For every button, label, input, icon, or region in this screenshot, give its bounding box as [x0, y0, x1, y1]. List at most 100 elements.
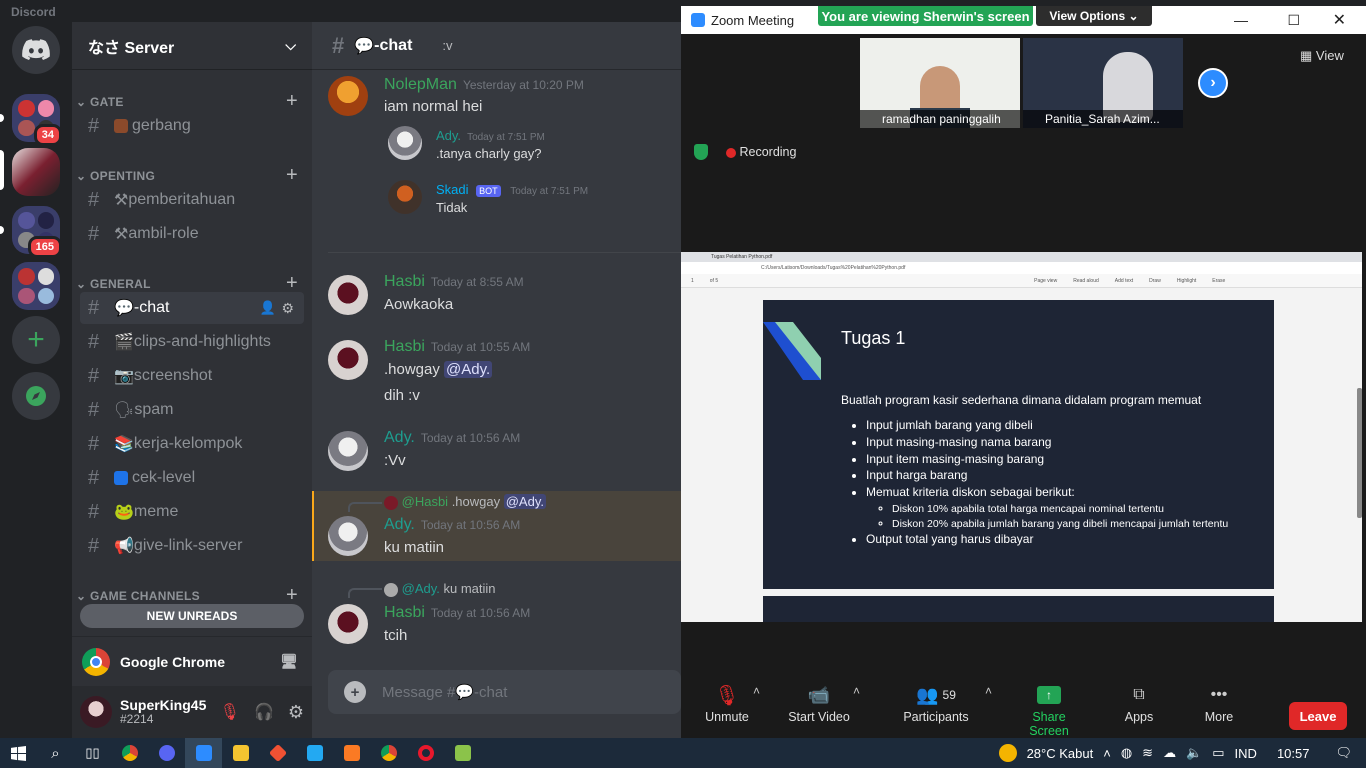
file-explorer-icon[interactable]: [222, 738, 259, 768]
volume-icon[interactable]: 🔈: [1186, 745, 1202, 761]
chrome-alt-icon[interactable]: [370, 738, 407, 768]
participants-button[interactable]: 👥 59 Participants: [903, 680, 969, 725]
avatar[interactable]: [328, 604, 368, 644]
participant-video[interactable]: Panitia_Sarah Azim...: [1023, 38, 1183, 128]
avatar[interactable]: [388, 180, 422, 214]
weather-text[interactable]: 28°C Kabut: [1027, 746, 1094, 761]
recording-indicator[interactable]: Recording: [726, 145, 796, 159]
add-server-button[interactable]: +: [12, 316, 60, 364]
chevron-up-icon[interactable]: ˄: [985, 684, 992, 698]
screen-share-icon[interactable]: 🖥: [280, 653, 298, 670]
scrollbar[interactable]: [1357, 388, 1362, 518]
clock[interactable]: 10:57: [1277, 746, 1310, 761]
discord-home-button[interactable]: [12, 26, 60, 74]
avatar[interactable]: [328, 431, 368, 471]
avatar[interactable]: [388, 126, 422, 160]
chevron-up-icon[interactable]: ˄: [1103, 746, 1111, 761]
network-icon[interactable]: ◍: [1121, 745, 1132, 761]
server-nasa[interactable]: [12, 148, 60, 196]
opera-icon[interactable]: [407, 738, 444, 768]
xampp-icon[interactable]: [333, 738, 370, 768]
avatar[interactable]: [328, 76, 368, 116]
message: NolepMan Yesterday at 10:20 PM iam normal…: [328, 74, 681, 134]
channel-ambil-role[interactable]: # ⚒ ambil-role: [80, 218, 304, 250]
message-time: Today at 10:56 AM: [420, 518, 521, 532]
channel-gerbang[interactable]: # gerbang: [80, 110, 304, 142]
cloud-icon[interactable]: ☁: [1163, 745, 1176, 761]
view-options-button[interactable]: View Options ⌄: [1036, 6, 1152, 26]
add-attachment-icon[interactable]: +: [344, 681, 366, 703]
close-icon[interactable]: ✕: [1333, 10, 1346, 30]
message-time: Today at 10:55 AM: [430, 340, 531, 354]
unmute-button[interactable]: 🎙 Unmute: [701, 680, 753, 725]
message-author[interactable]: Skadi: [436, 182, 469, 197]
message-input[interactable]: + Message #💬-chat: [328, 670, 681, 714]
notification-icon[interactable]: 🗨: [1335, 745, 1352, 761]
git-icon[interactable]: [259, 738, 296, 768]
battery-icon[interactable]: ▭: [1212, 745, 1224, 761]
start-video-button[interactable]: 📹 Start Video: [787, 680, 851, 725]
message-author[interactable]: Hasbi: [384, 273, 425, 290]
channel-cek-level[interactable]: # cek-level: [80, 462, 304, 494]
channel-meme[interactable]: # 🐸 meme: [80, 496, 304, 528]
language-indicator[interactable]: IND: [1235, 746, 1257, 761]
discord-taskbar-icon[interactable]: [148, 738, 185, 768]
message-author[interactable]: Ady.: [384, 429, 415, 446]
next-page-icon[interactable]: ›: [1198, 68, 1228, 98]
search-icon[interactable]: ⌕: [37, 738, 74, 768]
video-off-icon: 📹: [807, 684, 831, 705]
security-shield-icon[interactable]: [694, 144, 708, 160]
more-button[interactable]: ••• More: [1199, 680, 1239, 724]
message-text: :Vv: [384, 452, 406, 469]
message-author[interactable]: Hasbi: [384, 338, 425, 355]
new-unreads-banner[interactable]: NEW UNREADS: [80, 604, 304, 628]
chrome-taskbar-icon[interactable]: [111, 738, 148, 768]
task-view-icon[interactable]: ▯▯: [74, 738, 111, 768]
message-author[interactable]: Ady.: [436, 128, 461, 143]
avatar[interactable]: [80, 696, 112, 728]
server-folder-1[interactable]: 34: [12, 94, 62, 146]
muted-mic-icon[interactable]: 🎙: [220, 702, 240, 722]
invite-icon[interactable]: 👤: [260, 300, 276, 316]
participant-video[interactable]: ramadhan paninggalih: [860, 38, 1020, 128]
wifi-icon[interactable]: ≋: [1142, 745, 1153, 761]
message-author[interactable]: Hasbi: [384, 604, 425, 621]
explore-servers-button[interactable]: [12, 372, 60, 420]
apps-button[interactable]: ⧉ Apps: [1121, 680, 1157, 724]
server-folder-2[interactable]: 165: [12, 206, 62, 258]
reply-preview[interactable]: @Ady. ku matiin: [384, 581, 496, 597]
channel-screenshot[interactable]: # 📷 screenshot: [80, 360, 304, 392]
channel-give-link-server[interactable]: # 📢 give-link-server: [80, 530, 304, 562]
headphones-icon[interactable]: 🎧: [254, 702, 274, 722]
leave-button[interactable]: Leave: [1289, 702, 1347, 730]
share-arrow-icon: ↑: [1037, 686, 1061, 704]
reply-preview[interactable]: @Hasbi .howgay @Ady.: [384, 494, 546, 510]
avatar[interactable]: [328, 516, 368, 556]
view-button[interactable]: ▦ View: [1300, 48, 1344, 64]
avatar[interactable]: [328, 275, 368, 315]
user-mention[interactable]: @Ady.: [444, 361, 493, 378]
minimize-icon[interactable]: —: [1234, 12, 1248, 28]
message-author[interactable]: NolepMan: [384, 76, 457, 93]
channel-kerja-kelompok[interactable]: # 📚 kerja-kelompok: [80, 428, 304, 460]
vscode-icon[interactable]: [296, 738, 333, 768]
channel-clips[interactable]: # 🎬 clips-and-highlights: [80, 326, 304, 358]
weather-icon[interactable]: [998, 744, 1017, 762]
channel-pemberitahuan[interactable]: # ⚒ pemberitahuan: [80, 184, 304, 216]
maximize-icon[interactable]: ☐: [1287, 12, 1300, 29]
message: Hasbi Today at 8:55 AM Aowkaoka: [328, 273, 681, 319]
app-box-icon[interactable]: [444, 738, 481, 768]
gear-icon[interactable]: ⚙: [281, 300, 294, 317]
share-screen-button[interactable]: ↑ Share Screen: [1013, 680, 1085, 738]
server-header[interactable]: なさ Server ⌵: [72, 22, 312, 70]
channel-spam[interactable]: # 🗣 spam: [80, 394, 304, 426]
zoom-taskbar-icon[interactable]: [185, 738, 222, 768]
gear-icon[interactable]: ⚙: [288, 702, 304, 723]
server-folder-3[interactable]: [12, 262, 60, 310]
avatar[interactable]: [328, 340, 368, 380]
chevron-up-icon[interactable]: ˄: [753, 684, 760, 698]
message-author[interactable]: Ady.: [384, 516, 415, 533]
chevron-up-icon[interactable]: ˄: [853, 684, 860, 698]
windows-start-icon[interactable]: [0, 738, 37, 768]
channel-chat[interactable]: # 💬 -chat 👤 ⚙: [80, 292, 304, 324]
